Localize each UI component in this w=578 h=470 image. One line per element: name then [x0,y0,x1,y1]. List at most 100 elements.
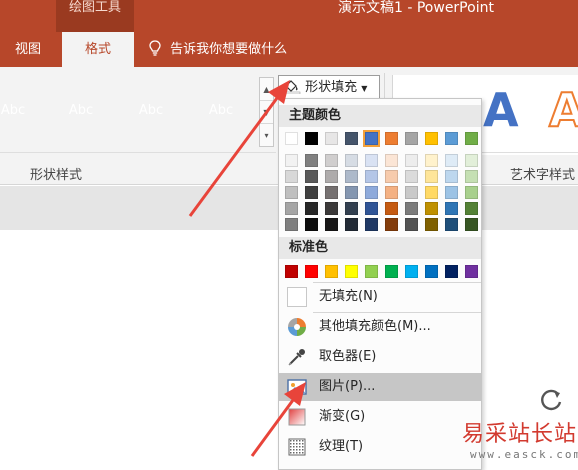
theme-shade-swatch[interactable] [305,154,318,167]
menu-item-no-fill[interactable]: 无填充(N) [279,283,481,311]
standard-color-swatch[interactable] [465,265,478,278]
gallery-more-icon[interactable]: ▾ [260,124,273,147]
theme-shade-swatch[interactable] [385,154,398,167]
theme-shade-swatch[interactable] [445,186,458,199]
shape-style-blue[interactable]: Abc [128,89,174,133]
paint-bucket-icon [283,80,301,95]
theme-shade-swatch[interactable] [465,186,478,199]
theme-shade-swatch[interactable] [385,218,398,231]
standard-color-swatch[interactable] [345,265,358,278]
shape-style-gold[interactable]: Abc [58,89,104,133]
color-wheel-icon [288,318,306,336]
theme-color-swatch[interactable] [305,132,318,145]
theme-shade-swatch[interactable] [385,202,398,215]
theme-shade-swatch[interactable] [425,202,438,215]
eyedropper-icon [288,349,305,366]
theme-shade-swatch[interactable] [285,186,298,199]
theme-shade-swatch[interactable] [345,186,358,199]
theme-shade-swatch[interactable] [425,186,438,199]
theme-shade-swatch[interactable] [465,170,478,183]
ribbon-group-divider [0,152,276,153]
theme-shade-swatch[interactable] [345,202,358,215]
theme-color-swatch[interactable] [363,130,380,147]
theme-shade-swatch[interactable] [445,170,458,183]
shape-style-gray[interactable]: Abc [0,89,36,133]
menu-item-picture[interactable]: 图片(P)... [279,373,481,401]
theme-color-swatch[interactable] [405,132,418,145]
standard-color-swatch[interactable] [405,265,418,278]
menu-item-eyedropper[interactable]: 取色器(E) [279,343,481,371]
theme-color-swatch[interactable] [285,132,298,145]
theme-shade-swatch[interactable] [325,154,338,167]
shape-fill-label: 形状填充 [305,80,358,95]
theme-shade-swatch[interactable] [405,218,418,231]
theme-shade-swatch[interactable] [365,170,378,183]
theme-color-swatch[interactable] [385,132,398,145]
theme-shade-swatch[interactable] [445,218,458,231]
theme-shade-swatch[interactable] [325,218,338,231]
theme-shade-swatch[interactable] [325,170,338,183]
standard-color-swatch[interactable] [445,265,458,278]
theme-shade-swatch[interactable] [385,170,398,183]
theme-shade-swatch[interactable] [305,202,318,215]
menu-item-gradient[interactable]: 渐变(G) [279,403,481,431]
standard-color-swatch[interactable] [365,265,378,278]
theme-shade-swatch[interactable] [445,202,458,215]
standard-color-swatch[interactable] [305,265,318,278]
picture-label: 图片(P)... [319,379,376,394]
theme-shade-swatch[interactable] [465,154,478,167]
theme-color-swatch[interactable] [345,132,358,145]
theme-shade-swatch[interactable] [425,170,438,183]
theme-shade-swatch[interactable] [345,170,358,183]
theme-shade-swatch[interactable] [405,186,418,199]
theme-shade-swatch[interactable] [345,154,358,167]
theme-shade-swatch[interactable] [285,170,298,183]
theme-shade-swatch[interactable] [385,186,398,199]
theme-shade-swatch[interactable] [465,218,478,231]
theme-color-swatch[interactable] [465,132,478,145]
theme-shade-swatch[interactable] [365,186,378,199]
theme-shade-swatch[interactable] [405,154,418,167]
theme-shade-swatch[interactable] [365,218,378,231]
shape-style-green[interactable]: Abc [198,89,244,133]
theme-shade-swatch[interactable] [285,202,298,215]
theme-shade-swatch[interactable] [305,170,318,183]
theme-shade-swatch[interactable] [365,202,378,215]
standard-color-swatch[interactable] [285,265,298,278]
shape-fill-dropdown: 主题颜色 标准色 无填充(N) 其他填充颜色(M)... 取色器(E) 图片(P… [278,98,482,470]
theme-color-swatch[interactable] [445,132,458,145]
tab-view[interactable]: 视图 [0,32,56,67]
theme-shade-swatch[interactable] [285,218,298,231]
standard-color-swatch[interactable] [385,265,398,278]
theme-color-swatch[interactable] [325,132,338,145]
theme-shade-swatch[interactable] [405,202,418,215]
theme-color-swatch[interactable] [425,132,438,145]
rotate-handle-icon[interactable] [538,386,566,414]
theme-shade-swatch[interactable] [325,186,338,199]
theme-shade-swatch[interactable] [425,154,438,167]
theme-shade-swatch[interactable] [445,154,458,167]
theme-shade-swatch[interactable] [305,218,318,231]
theme-shade-swatch[interactable] [465,202,478,215]
texture-label: 纹理(T) [319,439,364,454]
theme-shade-swatch[interactable] [325,202,338,215]
theme-shade-swatch[interactable] [365,154,378,167]
tell-me-search[interactable]: 告诉我你想要做什么 [148,32,287,67]
theme-shade-swatch[interactable] [405,170,418,183]
scroll-up-icon[interactable]: ▲ [260,78,273,101]
gradient-icon [288,408,306,426]
shape-styles-group-label: 形状样式 [30,168,83,183]
standard-color-swatch[interactable] [325,265,338,278]
theme-shade-swatch[interactable] [305,186,318,199]
scroll-down-icon[interactable]: ▼ [260,101,273,124]
standard-color-swatch[interactable] [425,265,438,278]
wordart-sample-orange-outline[interactable]: A [548,82,578,138]
theme-shade-swatch[interactable] [425,218,438,231]
tab-format[interactable]: 格式 [62,32,134,67]
theme-shade-swatch[interactable] [285,154,298,167]
theme-shade-swatch[interactable] [345,218,358,231]
wordart-sample-blue[interactable]: A [483,83,519,137]
menu-item-more-fill-colors[interactable]: 其他填充颜色(M)... [279,313,481,341]
watermark-url: www.easck.com [470,448,578,461]
menu-item-texture[interactable]: 纹理(T) [279,433,481,461]
